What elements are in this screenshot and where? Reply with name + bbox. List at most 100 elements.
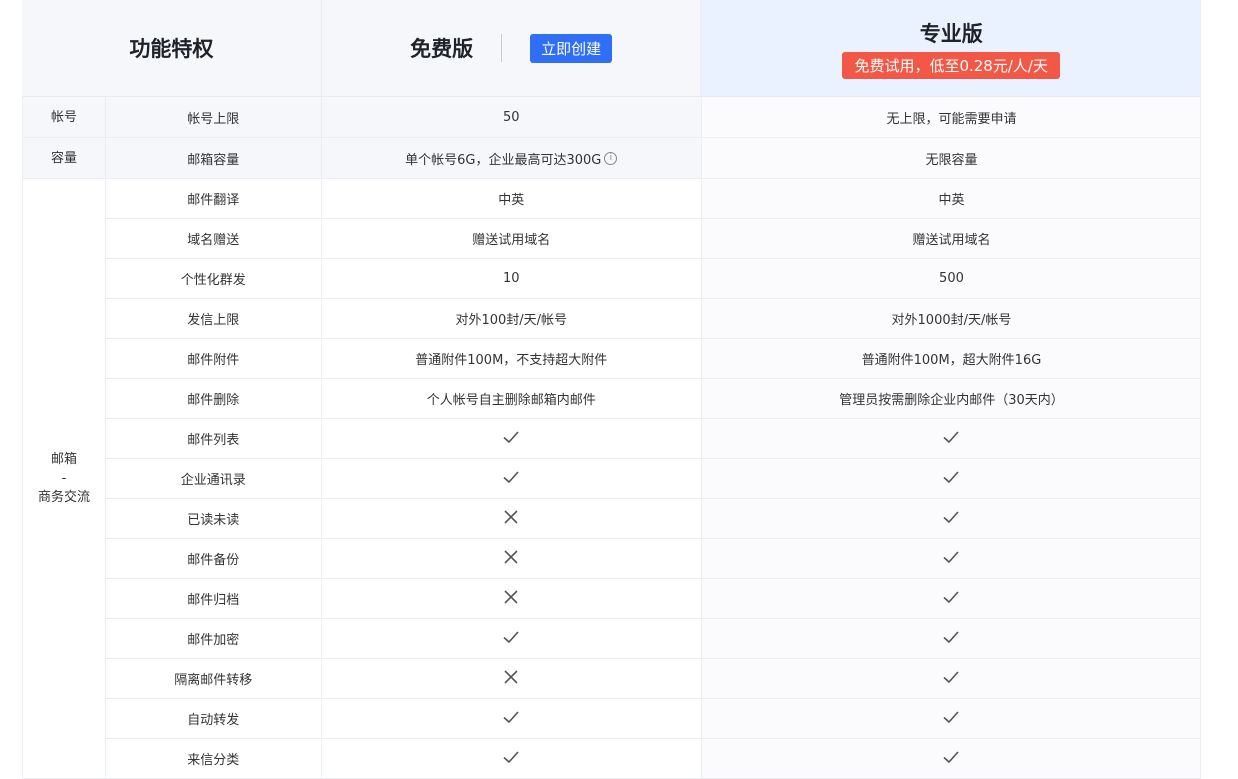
check-icon — [942, 468, 960, 490]
feature-name: 邮件翻译 — [106, 179, 322, 218]
free-plan-text: 赠送试用域名 — [472, 233, 551, 248]
pro-plan-value: 中英 — [701, 179, 1202, 218]
table-row: 邮件删除 个人帐号自主删除邮箱内邮件 管理员按需删除企业内邮件（30天内） — [106, 379, 1202, 419]
pro-plan-value: 普通附件100M，超大附件16G — [701, 339, 1202, 378]
pro-plan-value — [701, 739, 1202, 778]
check-icon — [942, 428, 960, 450]
table-row: 邮件归档 — [106, 579, 1202, 619]
check-icon — [502, 468, 520, 490]
free-plan-text: 单个帐号6G，企业最高可达300G — [405, 152, 602, 168]
group-label: 商务交流 — [37, 490, 90, 505]
feature-rows: 帐号上限 50 无上限，可能需要申请 邮箱容量 单个帐号6G，企业最高可达300G i 无限… — [106, 97, 1202, 779]
free-plan-text: 50 — [502, 109, 520, 125]
check-icon — [502, 428, 520, 450]
free-plan-title: 免费版 — [410, 37, 474, 61]
check-icon — [942, 548, 960, 570]
pro-plan-value: 500 — [701, 259, 1202, 298]
free-trial-badge[interactable]: 免费试用，低至0.28元/人/天 — [842, 51, 1060, 79]
table-row: 邮箱容量 单个帐号6G，企业最高可达300G i 无限容量 — [106, 138, 1202, 179]
table-row: 邮件附件 普通附件100M，不支持超大附件 普通附件100M，超大附件16G — [106, 339, 1202, 379]
feature-name: 邮件归档 — [106, 579, 322, 618]
group-column: 帐号 容量 邮箱 - 商务交流 — [22, 97, 106, 779]
free-plan-value — [322, 659, 702, 698]
feature-name: 邮件删除 — [106, 379, 322, 418]
table-row: 自动转发 — [106, 699, 1202, 739]
free-plan-text: 10 — [502, 271, 520, 286]
table-row: 邮件加密 — [106, 619, 1202, 659]
create-button[interactable]: 立即创建 — [530, 33, 613, 63]
free-plan-value — [322, 419, 702, 458]
feature-name: 已读未读 — [106, 499, 322, 538]
free-plan-value: 50 — [321, 97, 702, 137]
pro-plan-value — [701, 659, 1202, 698]
group-label: 容量 — [50, 150, 77, 166]
check-icon — [942, 748, 960, 770]
check-icon — [502, 748, 520, 770]
table-row: 邮件备份 — [106, 539, 1202, 579]
check-icon — [942, 588, 960, 610]
free-plan-value: 普通附件100M，不支持超大附件 — [322, 339, 702, 378]
pro-plan-value — [701, 539, 1202, 578]
free-plan-value — [322, 539, 702, 578]
free-plan-value — [322, 579, 702, 618]
feature-name: 域名赠送 — [106, 219, 322, 258]
feature-name: 邮箱容量 — [106, 138, 322, 178]
feature-name: 邮件附件 — [106, 339, 322, 378]
feature-name: 隔离邮件转移 — [106, 659, 322, 698]
group-account: 帐号 — [22, 97, 106, 138]
table-row: 隔离邮件转移 — [106, 659, 1202, 699]
pro-plan-title: 专业版 — [919, 21, 983, 46]
check-icon — [942, 708, 960, 730]
table-row: 帐号上限 50 无上限，可能需要申请 — [106, 97, 1202, 138]
table-row: 来信分类 — [106, 739, 1202, 779]
table-row: 企业通讯录 — [106, 459, 1202, 499]
free-plan-value — [322, 459, 702, 498]
pro-plan-value — [701, 499, 1202, 538]
group-mail-business: 邮箱 - 商务交流 — [22, 179, 106, 779]
group-label: 邮箱 — [50, 452, 77, 467]
check-icon — [942, 628, 960, 650]
feature-name: 邮件加密 — [106, 619, 322, 658]
pro-plan-value: 赠送试用域名 — [701, 219, 1202, 258]
free-plan-header: 免费版 立即创建 — [321, 0, 702, 96]
check-icon — [502, 708, 520, 730]
pro-plan-header: 专业版 免费试用，低至0.28元/人/天 — [701, 0, 1201, 96]
free-plan-value: 赠送试用域名 — [322, 219, 702, 258]
group-label-separator: - — [61, 471, 67, 486]
pro-plan-value — [701, 459, 1202, 498]
free-plan-text: 中英 — [498, 193, 525, 208]
free-plan-value — [322, 739, 702, 778]
feature-name: 企业通讯录 — [106, 459, 322, 498]
cross-icon — [502, 588, 520, 610]
feature-name: 邮件列表 — [106, 419, 322, 458]
feature-name: 帐号上限 — [106, 97, 322, 137]
table-row: 邮件列表 — [106, 419, 1202, 459]
free-plan-value — [322, 499, 702, 538]
feature-name: 发信上限 — [106, 299, 322, 338]
free-plan-value: 对外100封/天/帐号 — [322, 299, 702, 338]
feature-name: 个性化群发 — [106, 259, 322, 298]
free-plan-value — [322, 619, 702, 658]
feature-name: 自动转发 — [106, 699, 322, 738]
free-plan-value — [322, 699, 702, 738]
cross-icon — [502, 668, 520, 690]
pro-plan-value — [701, 699, 1202, 738]
table-header: 功能特权 免费版 立即创建 专业版 免费试用，低至0.28元/人/天 — [22, 0, 1201, 97]
feature-name: 邮件备份 — [106, 539, 322, 578]
check-icon — [502, 628, 520, 650]
free-plan-text: 个人帐号自主删除邮箱内邮件 — [426, 393, 596, 408]
pro-plan-value: 无限容量 — [701, 138, 1202, 178]
cross-icon — [502, 508, 520, 530]
header-divider — [501, 34, 503, 62]
feature-column-header: 功能特权 — [22, 0, 322, 96]
table-row: 发信上限 对外100封/天/帐号 对外1000封/天/帐号 — [106, 299, 1202, 339]
free-plan-text: 对外100封/天/帐号 — [455, 313, 568, 328]
free-plan-value: 单个帐号6G，企业最高可达300G i — [321, 138, 702, 178]
pro-plan-value — [701, 619, 1202, 658]
free-plan-text: 普通附件100M，不支持超大附件 — [415, 353, 608, 368]
table-row: 已读未读 — [106, 499, 1202, 539]
pro-plan-value: 无上限，可能需要申请 — [701, 97, 1202, 137]
table-row: 个性化群发 10 500 — [106, 259, 1202, 299]
comparison-table: 功能特权 免费版 立即创建 专业版 免费试用，低至0.28元/人/天 帐号 容量… — [22, 0, 1202, 779]
info-icon[interactable]: i — [604, 151, 618, 165]
